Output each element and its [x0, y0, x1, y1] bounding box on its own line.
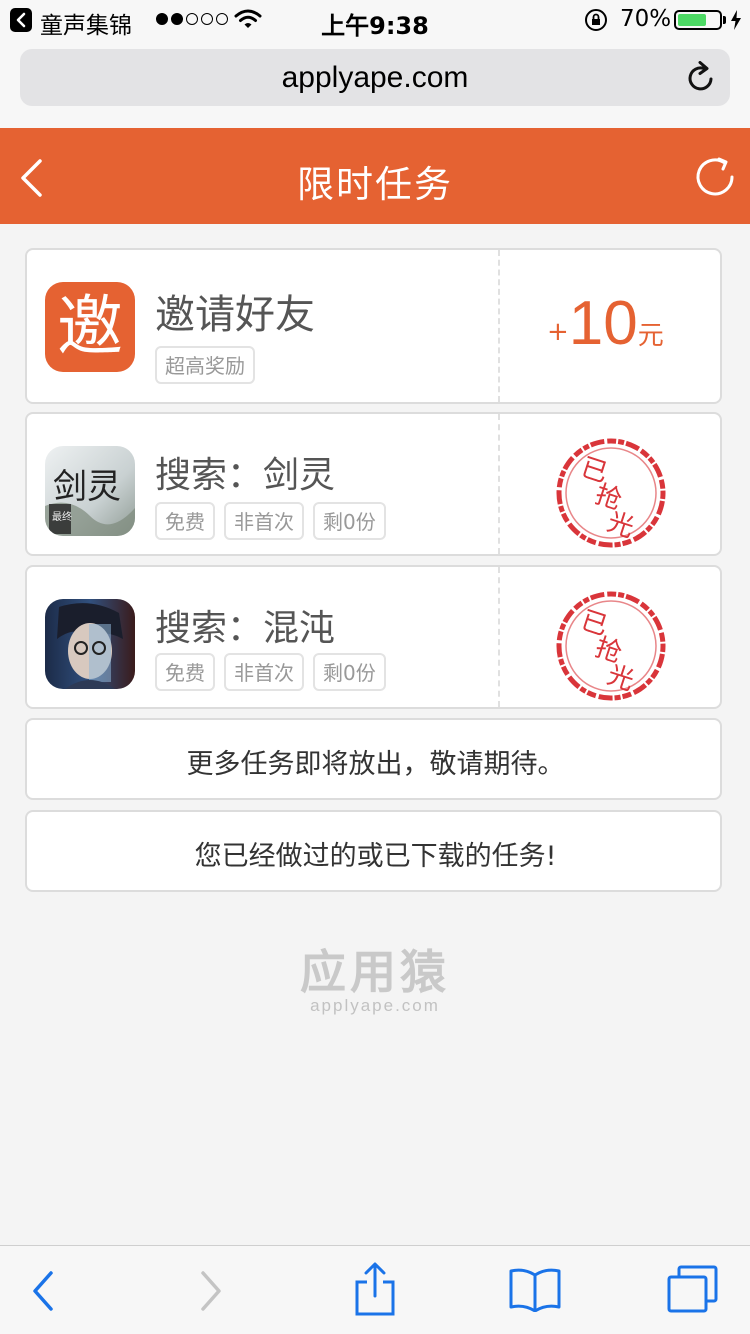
- tag-label: 免费: [155, 653, 215, 691]
- browser-toolbar: [0, 1245, 750, 1334]
- tag-label: 免费: [155, 502, 215, 540]
- task-title: 搜索：剑灵: [155, 455, 336, 496]
- task-tags: 超高奖励: [155, 346, 255, 384]
- task-card-search-jianling[interactable]: 剑灵 最终 搜索：剑灵 免费 非首次 剩0份 已 抢 光: [25, 412, 722, 556]
- jianling-badge: 最终: [52, 510, 72, 523]
- reward-plus: +: [547, 317, 569, 347]
- app-header: 限时任务: [0, 128, 750, 224]
- jianling-char-1: 剑灵: [53, 467, 121, 507]
- reload-icon[interactable]: [686, 61, 716, 93]
- tag-label: 超高奖励: [155, 346, 255, 384]
- url-text[interactable]: applyape.com: [20, 61, 730, 95]
- invite-app-icon: 邀: [45, 282, 135, 372]
- tag-label: 非首次: [224, 502, 304, 540]
- task-card-search-hundun[interactable]: 搜索：混沌 免费 非首次 剩0份 已 抢 光: [25, 565, 722, 709]
- jianling-app-icon: 剑灵 最终: [45, 446, 135, 536]
- battery-tip: [723, 16, 726, 24]
- share-icon[interactable]: [354, 1262, 396, 1316]
- tag-label: 非首次: [224, 653, 304, 691]
- refresh-icon[interactable]: [694, 156, 736, 198]
- tabs-icon[interactable]: [666, 1264, 720, 1314]
- sold-out-stamp: 已 抢 光: [556, 438, 666, 548]
- card-divider: [498, 414, 500, 554]
- task-title: 搜索：混沌: [155, 608, 336, 649]
- battery-percent: 70%: [620, 6, 672, 32]
- bookmarks-icon[interactable]: [508, 1266, 562, 1312]
- forward-icon[interactable]: [198, 1270, 224, 1312]
- task-tags: 免费 非首次 剩0份: [155, 502, 386, 540]
- browser-address-area: applyape.com: [0, 40, 750, 128]
- sold-out-stamp: 已 抢 光: [556, 591, 666, 701]
- card-divider: [498, 250, 500, 402]
- reward-value: 10: [568, 289, 638, 358]
- done-tasks-text[interactable]: 您已经做过的或已下载的任务!: [27, 834, 724, 873]
- charging-icon: [731, 10, 741, 30]
- card-divider: [498, 567, 500, 707]
- rotation-lock-icon: [585, 9, 607, 31]
- applyape-url: applyape.com: [310, 996, 440, 1015]
- status-bar: 童声集锦 上午9:38 70%: [0, 0, 750, 40]
- tag-label: 剩0份: [313, 502, 386, 540]
- applyape-logo: 应用猿: [300, 945, 450, 999]
- battery-icon: [674, 10, 722, 30]
- hundun-app-icon: [45, 599, 135, 689]
- reward-unit: 元: [637, 321, 664, 351]
- reward-amount: +10元: [547, 288, 664, 359]
- page-title: 限时任务: [297, 163, 453, 206]
- more-tasks-text: 更多任务即将放出，敬请期待。: [186, 749, 565, 780]
- task-title: 邀请好友: [155, 292, 315, 338]
- task-tags: 免费 非首次 剩0份: [155, 653, 386, 691]
- address-bar[interactable]: applyape.com: [20, 49, 730, 106]
- back-icon[interactable]: [30, 1270, 56, 1312]
- task-card-invite[interactable]: 邀 邀请好友 超高奖励 +10元: [25, 248, 722, 404]
- done-tasks-link[interactable]: 您已经做过的或已下载的任务!: [25, 810, 722, 892]
- more-tasks-notice: 更多任务即将放出，敬请期待。: [25, 718, 722, 800]
- tag-label: 剩0份: [313, 653, 386, 691]
